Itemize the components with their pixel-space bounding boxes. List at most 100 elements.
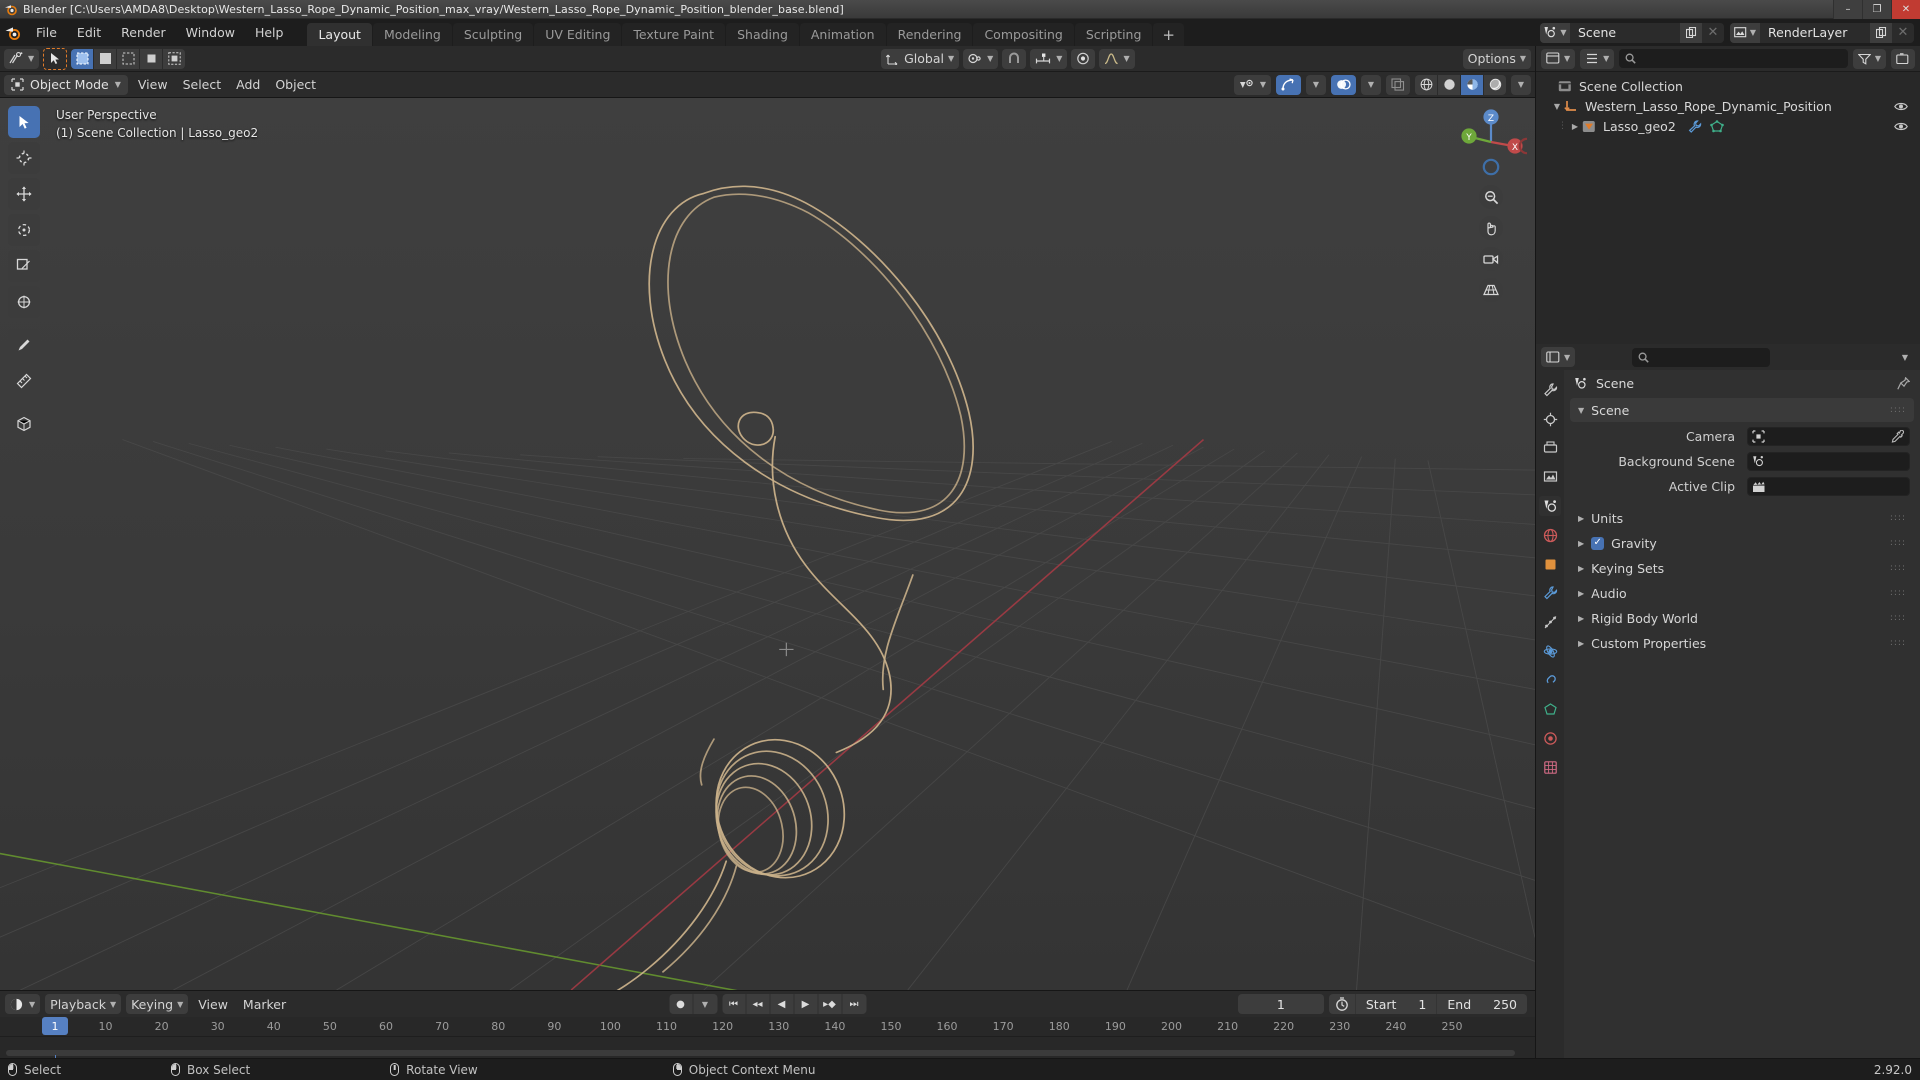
- solid-shading-icon[interactable]: [1438, 74, 1460, 95]
- select-extend-icon[interactable]: [94, 48, 117, 69]
- tool-cursor-icon[interactable]: [8, 142, 40, 174]
- tool-move-icon[interactable]: [8, 178, 40, 210]
- properties-search-input[interactable]: [1632, 347, 1771, 367]
- show-overlays-toggle[interactable]: [1331, 74, 1356, 95]
- proportional-falloff-dropdown[interactable]: ▼: [1099, 48, 1135, 69]
- background-scene-field[interactable]: [1747, 452, 1910, 471]
- pin-id-icon[interactable]: [1897, 376, 1910, 390]
- snap-magnet-icon[interactable]: [1002, 48, 1027, 69]
- auto-keying-toggle[interactable]: ●: [669, 994, 693, 1014]
- tab-physics-icon[interactable]: [1539, 641, 1561, 661]
- tool-annotate-icon[interactable]: [8, 329, 40, 361]
- tab-tool-icon[interactable]: [1539, 380, 1561, 400]
- workspace-tab-rendering[interactable]: Rendering: [886, 23, 973, 46]
- tab-view-layer-icon[interactable]: [1539, 467, 1561, 487]
- material-preview-shading-icon[interactable]: [1461, 74, 1483, 95]
- jump-to-end-button[interactable]: ⏭: [842, 994, 866, 1014]
- tab-modifiers-icon[interactable]: [1539, 583, 1561, 603]
- use-preview-range-icon[interactable]: [1329, 994, 1355, 1014]
- pivot-point-dropdown[interactable]: ▼: [963, 48, 999, 69]
- object-type-visibility-dropdown[interactable]: ▼: [1233, 74, 1271, 95]
- xray-toggle[interactable]: [1386, 74, 1410, 95]
- select-invert-icon[interactable]: [140, 48, 163, 69]
- disclosure-triangle[interactable]: ▼: [1550, 102, 1564, 111]
- menu-edit[interactable]: Edit: [67, 22, 111, 44]
- minimize-button[interactable]: –: [1833, 0, 1862, 19]
- gizmo-options-dropdown[interactable]: ▼: [1306, 74, 1326, 95]
- timeline-menu-marker[interactable]: Marker: [238, 994, 291, 1014]
- workspace-tab-uv-editing[interactable]: UV Editing: [534, 23, 622, 46]
- panel-header-audio[interactable]: ▶ Audio ::::: [1570, 581, 1914, 605]
- select-subtract-icon[interactable]: [117, 48, 140, 69]
- toggle-ortho-perspective-icon[interactable]: [1479, 278, 1503, 302]
- viewport-options-dropdown[interactable]: Options ▼: [1462, 48, 1531, 69]
- gravity-checkbox[interactable]: ✓: [1591, 536, 1605, 550]
- panel-header-custom-properties[interactable]: ▶ Custom Properties ::::: [1570, 631, 1914, 655]
- visibility-eye-icon[interactable]: [1894, 121, 1908, 132]
- remove-viewlayer-button[interactable]: ✕: [1892, 22, 1914, 43]
- viewlayer-name-field[interactable]: RenderLayer: [1760, 22, 1870, 43]
- tab-object-data-icon[interactable]: [1539, 699, 1561, 719]
- proportional-editing-icon[interactable]: [1071, 48, 1096, 69]
- viewlayer-selector[interactable]: ▼ RenderLayer ✕: [1730, 22, 1914, 43]
- snap-target-dropdown[interactable]: ▼: [1030, 48, 1068, 69]
- shading-options-dropdown[interactable]: ▼: [1511, 74, 1531, 95]
- keying-options-dropdown[interactable]: ▼: [693, 994, 717, 1014]
- properties-editor-type-button[interactable]: ▼: [1541, 347, 1576, 367]
- new-viewlayer-button[interactable]: [1870, 22, 1892, 43]
- viewport-menu-select[interactable]: Select: [178, 75, 227, 95]
- outliner-display-mode-dropdown[interactable]: ▼: [1580, 48, 1615, 69]
- workspace-tab-layout[interactable]: Layout: [307, 23, 372, 46]
- workspace-tab-texture-paint[interactable]: Texture Paint: [622, 23, 726, 46]
- visibility-eye-icon[interactable]: [1894, 101, 1908, 112]
- panel-header-gravity[interactable]: ▶ ✓ Gravity ::::: [1570, 531, 1914, 555]
- panel-header-units[interactable]: ▶ Units ::::: [1570, 506, 1914, 530]
- end-frame-field[interactable]: End 250: [1436, 994, 1527, 1014]
- pan-view-icon[interactable]: [1479, 216, 1503, 240]
- timeline-menu-playback[interactable]: Playback ▼: [45, 994, 122, 1014]
- mesh-data-icon[interactable]: [1709, 119, 1724, 133]
- outliner-search-input[interactable]: [1619, 49, 1848, 68]
- properties-options-dropdown[interactable]: ▼: [1895, 347, 1915, 367]
- active-tool-select-box[interactable]: [43, 47, 68, 70]
- outliner-row-western-lasso-rope-dynamic-position[interactable]: ▼ Western_Lasso_Rope_Dynamic_Position: [1536, 96, 1920, 116]
- modifier-wrench-icon[interactable]: [1688, 119, 1702, 133]
- navigation-gizmo[interactable]: Z X Y: [1455, 106, 1527, 178]
- active-clip-field[interactable]: [1747, 477, 1910, 496]
- workspace-tab-modeling[interactable]: Modeling: [372, 23, 452, 46]
- disclosure-triangle[interactable]: ▶: [1568, 122, 1582, 131]
- select-set-icon[interactable]: [71, 48, 94, 69]
- new-scene-button[interactable]: [1680, 22, 1702, 43]
- timeline-playhead[interactable]: 1: [42, 1017, 68, 1035]
- play-button[interactable]: ▶: [794, 994, 818, 1014]
- panel-header-keying-sets[interactable]: ▶ Keying Sets ::::: [1570, 556, 1914, 580]
- interaction-mode-dropdown[interactable]: Object Mode ▼: [4, 74, 128, 95]
- tool-scale-icon[interactable]: [8, 250, 40, 282]
- add-workspace-button[interactable]: +: [1153, 23, 1184, 46]
- previous-keyframe-button[interactable]: ◂◂: [746, 994, 770, 1014]
- next-keyframe-button[interactable]: ▸◆: [818, 994, 842, 1014]
- select-intersect-icon[interactable]: [163, 48, 186, 69]
- outliner-editor-type-button[interactable]: ▼: [1541, 48, 1576, 69]
- tab-render-icon[interactable]: [1539, 409, 1561, 429]
- workspace-tab-sculpting[interactable]: Sculpting: [452, 23, 534, 46]
- timeline-editor-type-button[interactable]: ▼: [5, 994, 41, 1014]
- timeline-track-area[interactable]: [0, 1037, 1535, 1058]
- viewport-menu-object[interactable]: Object: [270, 75, 321, 95]
- wireframe-shading-icon[interactable]: [1415, 74, 1437, 95]
- tab-scene-icon[interactable]: [1539, 496, 1561, 516]
- close-button[interactable]: ✕: [1891, 0, 1920, 19]
- viewport-menu-view[interactable]: View: [133, 75, 173, 95]
- tab-particles-icon[interactable]: [1539, 612, 1561, 632]
- tab-world-icon[interactable]: [1539, 525, 1561, 545]
- tool-add-cube-icon[interactable]: [8, 408, 40, 440]
- menu-file[interactable]: File: [26, 22, 67, 44]
- blender-logo-icon[interactable]: [0, 19, 26, 46]
- tab-material-icon[interactable]: [1539, 728, 1561, 748]
- tab-constraints-icon[interactable]: [1539, 670, 1561, 690]
- outliner-filter-dropdown[interactable]: ▼: [1852, 48, 1886, 69]
- show-gizmo-toggle[interactable]: [1276, 74, 1301, 95]
- scene-selector[interactable]: ▼ Scene ✕: [1540, 22, 1724, 43]
- timeline-horizontal-scrollbar[interactable]: [6, 1050, 1515, 1056]
- outliner-row-lasso-geo2[interactable]: ⋮ ▶ Lasso_geo2: [1536, 116, 1920, 136]
